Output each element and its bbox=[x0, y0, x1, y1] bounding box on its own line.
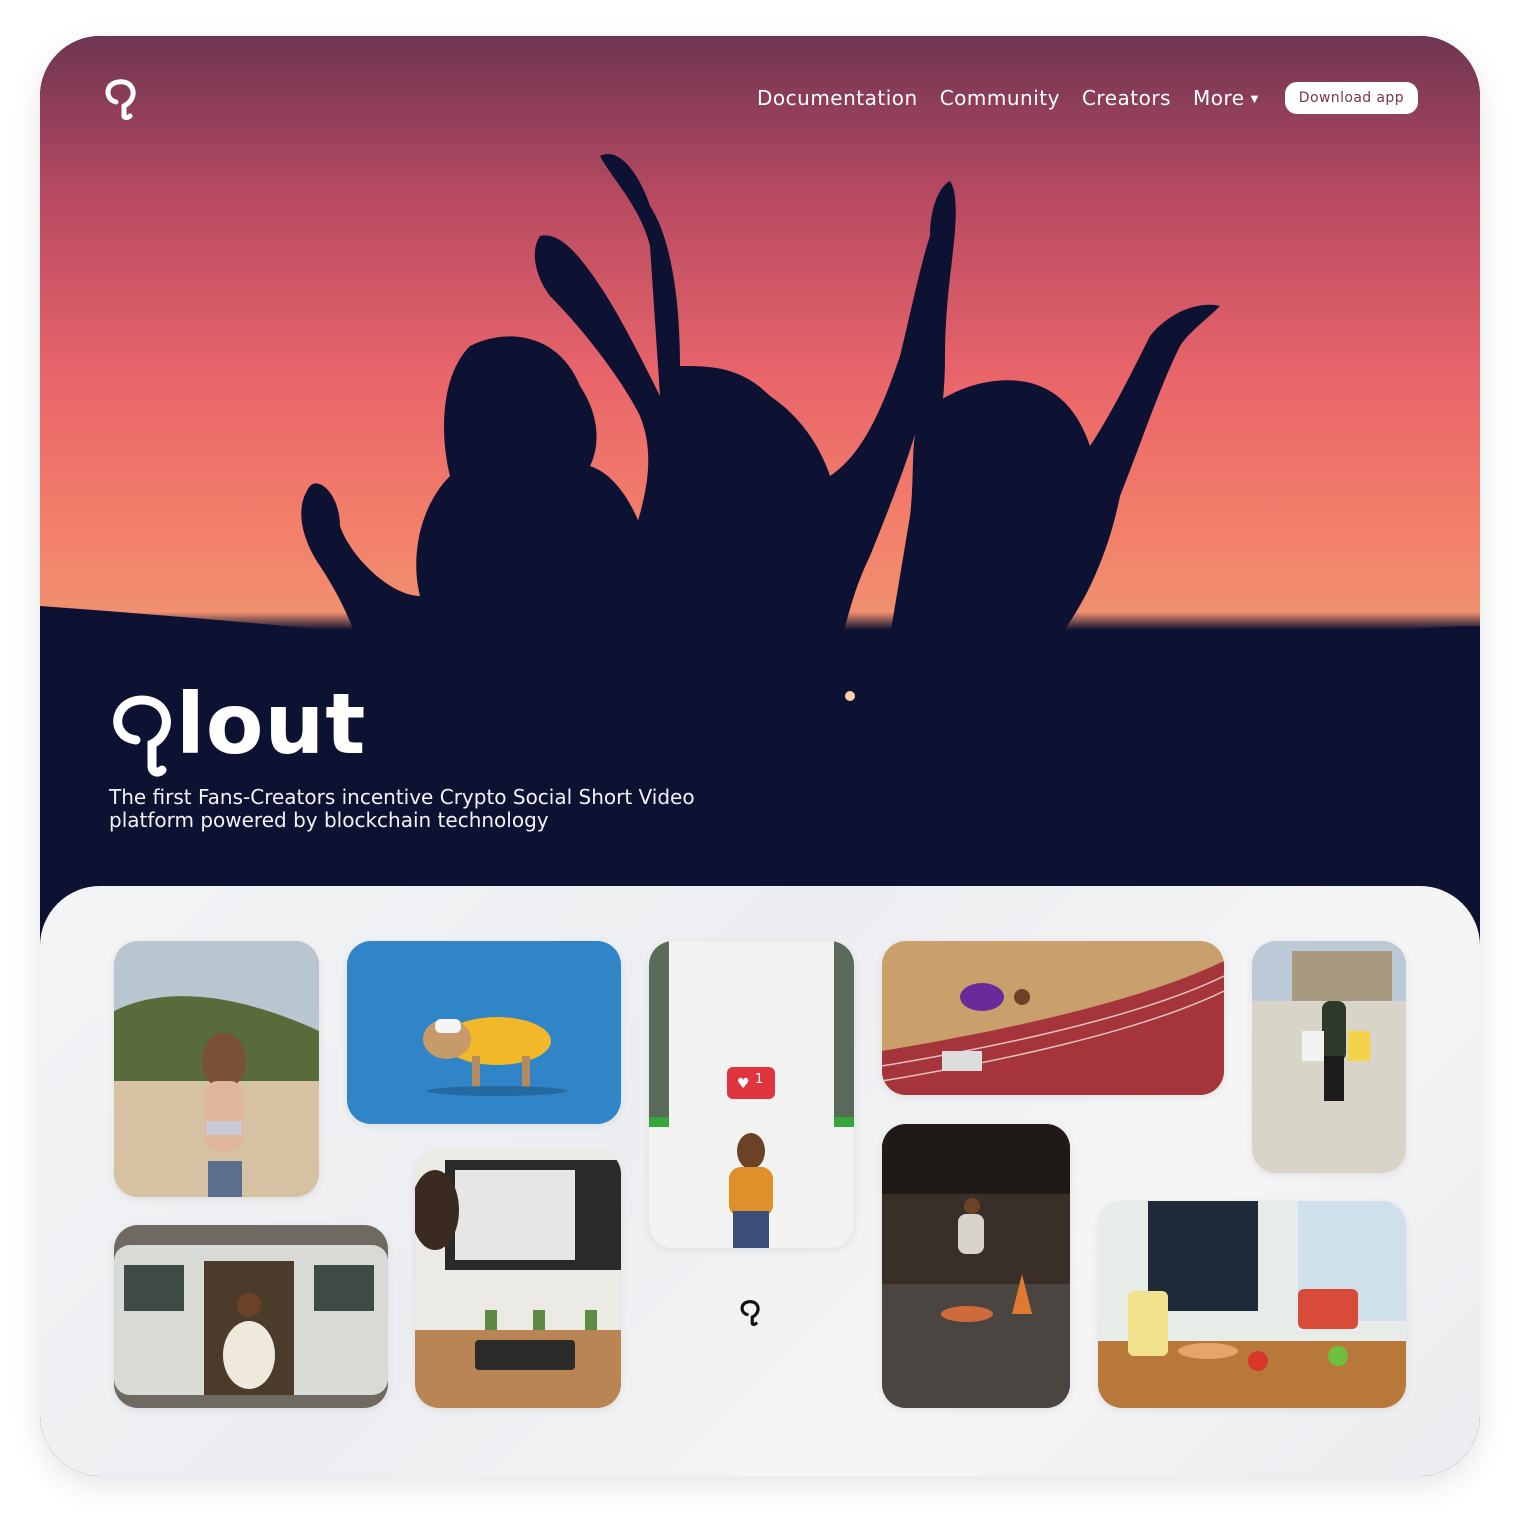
photo-cooking[interactable] bbox=[1098, 1201, 1406, 1408]
brand-wordmark: lout bbox=[110, 682, 366, 782]
gallery-section: ♥ 1 bbox=[40, 886, 1480, 1476]
like-count: 1 bbox=[755, 1072, 764, 1087]
nav-more-label: More bbox=[1193, 86, 1245, 110]
nav-community[interactable]: Community bbox=[940, 86, 1060, 110]
qlout-mini-logo-icon bbox=[740, 1300, 760, 1326]
qlout-logo-icon[interactable] bbox=[102, 76, 142, 120]
nav-documentation[interactable]: Documentation bbox=[757, 86, 918, 110]
svg-text:♥: ♥ bbox=[737, 1076, 750, 1092]
tagline-line-2: platform powered by blockchain technolog… bbox=[109, 808, 549, 832]
hero-section: Documentation Community Creators More ▼ D… bbox=[40, 36, 1480, 936]
nav-more[interactable]: More ▼ bbox=[1193, 86, 1259, 110]
page-frame: Documentation Community Creators More ▼ D… bbox=[40, 36, 1480, 1476]
qlout-brand-q-icon bbox=[113, 695, 171, 777]
photo-like-wall[interactable]: ♥ 1 bbox=[649, 941, 854, 1248]
photo-beach-woman[interactable] bbox=[114, 941, 319, 1197]
photo-skater[interactable] bbox=[882, 1124, 1070, 1408]
tagline-line-1: The first Fans-Creators incentive Crypto… bbox=[109, 785, 695, 809]
photo-runner[interactable] bbox=[882, 941, 1224, 1095]
photo-shopper[interactable] bbox=[1252, 941, 1406, 1173]
top-nav: Documentation Community Creators More ▼ D… bbox=[757, 80, 1418, 116]
caret-down-icon: ▼ bbox=[1250, 94, 1259, 105]
download-app-button[interactable]: Download app bbox=[1284, 82, 1418, 114]
photo-van[interactable] bbox=[114, 1225, 388, 1408]
brand-text: lout bbox=[176, 675, 367, 773]
hero-tagline: The first Fans-Creators incentive Crypto… bbox=[109, 786, 809, 832]
photo-dog[interactable] bbox=[347, 941, 621, 1124]
photo-desk-designer[interactable] bbox=[415, 1150, 621, 1408]
nav-creators[interactable]: Creators bbox=[1082, 86, 1171, 110]
